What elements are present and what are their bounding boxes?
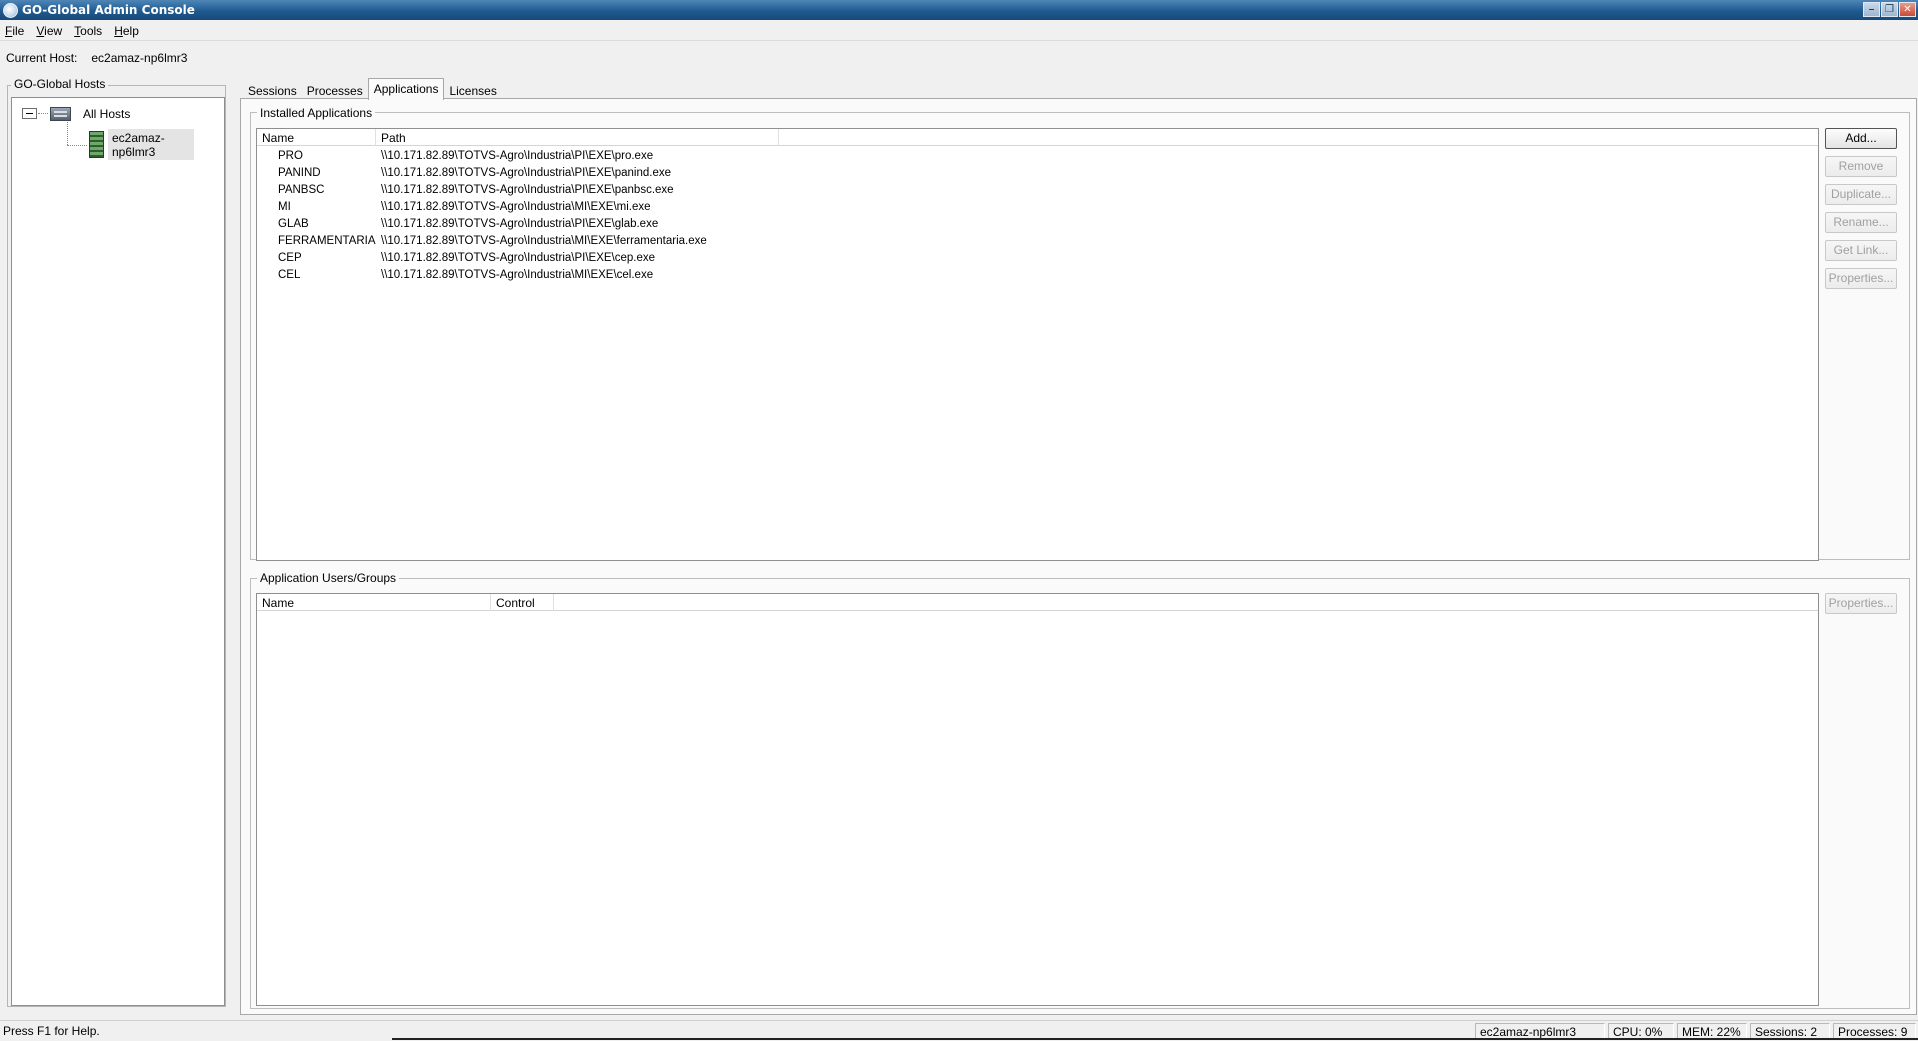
installed-applications-list[interactable]: Name Path PRO \\10.171.82.89\TOTVS-Agro\I… [256,128,1819,561]
tree-connector [67,145,87,146]
list-item[interactable]: MI \\10.171.82.89\TOTVS-Agro\Industria\MI… [257,198,1818,215]
close-button[interactable]: ✕ [1899,2,1916,17]
window-controls: – ❐ ✕ [1863,2,1916,17]
app-name-cell: PANBSC [278,183,325,196]
app-name-cell: GLAB [278,217,309,230]
list-item[interactable]: PRO \\10.171.82.89\TOTVS-Agro\Industria\P… [257,147,1818,164]
app-path-cell: \\10.171.82.89\TOTVS-Agro\Industria\PI\E… [381,183,674,196]
tab-processes[interactable]: Processes [302,80,368,100]
app-path-cell: \\10.171.82.89\TOTVS-Agro\Industria\PI\E… [381,149,654,162]
tab-applications[interactable]: Applications [367,78,445,100]
installed-applications-title: Installed Applications [257,106,376,120]
app-name-cell: PANIND [278,166,321,179]
window-title: GO-Global Admin Console [22,3,195,17]
app-path-cell: \\10.171.82.89\TOTVS-Agro\Industria\MI\E… [381,268,654,281]
list-item[interactable]: CEP \\10.171.82.89\TOTVS-Agro\Industria\P… [257,249,1818,266]
app-path-cell: \\10.171.82.89\TOTVS-Agro\Industria\MI\E… [381,200,651,213]
current-host-label: Current Host: [6,51,78,65]
status-help-text: Press F1 for Help. [3,1024,100,1038]
collapse-icon[interactable] [22,108,37,119]
tree-connector [38,113,48,114]
app-path-cell: \\10.171.82.89\TOTVS-Agro\Industria\PI\E… [381,217,659,230]
column-header-control[interactable]: Control [491,594,554,611]
server-icon [89,131,104,158]
menu-help[interactable]: Help [114,24,139,38]
application-users-list[interactable]: Name Control [256,593,1819,1006]
list-item[interactable]: PANBSC \\10.171.82.89\TOTVS-Agro\Industri… [257,181,1818,198]
duplicate-button[interactable]: Duplicate... [1825,184,1897,205]
restore-button[interactable]: ❐ [1881,2,1898,17]
app-logo-icon [3,2,18,18]
tree-item-all-hosts[interactable]: All Hosts [83,107,130,121]
app-name-cell: PRO [278,149,303,162]
current-host-value: ec2amaz-np6lmr3 [91,51,188,65]
app-name-cell: FERRAMENTARIA [278,234,376,247]
add-button[interactable]: Add... [1825,128,1897,149]
application-users-title: Application Users/Groups [257,571,400,585]
menu-tools[interactable]: Tools [74,24,102,38]
app-name-cell: CEP [278,251,302,264]
current-host-row: Current Host: ec2amaz-np6lmr3 [6,51,187,65]
list-item[interactable]: PANIND \\10.171.82.89\TOTVS-Agro\Industri… [257,164,1818,181]
column-header-path[interactable]: Path [376,129,779,146]
hosts-groupbox-title: GO-Global Hosts [11,77,109,91]
menu-view[interactable]: View [36,24,62,38]
list-item[interactable]: GLAB \\10.171.82.89\TOTVS-Agro\Industria\… [257,215,1818,232]
list-item[interactable]: CEL \\10.171.82.89\TOTVS-Agro\Industria\M… [257,266,1818,283]
column-header-name[interactable]: Name [257,594,491,611]
installed-applications-rows: PRO \\10.171.82.89\TOTVS-Agro\Industria\P… [257,146,1818,283]
app-path-cell: \\10.171.82.89\TOTVS-Agro\Industria\MI\E… [381,234,707,247]
hosts-tree[interactable]: All Hosts ec2amaz-np6lmr3 [11,97,225,1006]
title-bar: GO-Global Admin Console – ❐ ✕ [0,0,1918,20]
menu-file[interactable]: File [5,24,24,38]
users-properties-button[interactable]: Properties... [1825,593,1897,614]
tree-connector [67,122,68,145]
tab-sessions[interactable]: Sessions [243,80,302,100]
rename-button[interactable]: Rename... [1825,212,1897,233]
tab-licenses[interactable]: Licenses [444,80,501,100]
column-header-name[interactable]: Name [257,129,376,146]
app-name-cell: CEL [278,268,301,281]
list-item[interactable]: FERRAMENTARIA \\10.171.82.89\TOTVS-Agro\I… [257,232,1818,249]
list-header: Name Path [257,129,1818,146]
properties-button[interactable]: Properties... [1825,268,1897,289]
tab-strip: Sessions Processes Applications Licenses [243,78,502,100]
minimize-button[interactable]: – [1863,2,1880,17]
server-group-icon [50,107,71,121]
taskbar-edge [392,1038,1918,1040]
app-path-cell: \\10.171.82.89\TOTVS-Agro\Industria\PI\E… [381,251,656,264]
remove-button[interactable]: Remove [1825,156,1897,177]
get-link-button[interactable]: Get Link... [1825,240,1897,261]
app-name-cell: MI [278,200,291,213]
tree-item-host-label: ec2amaz-np6lmr3 [112,130,165,159]
app-path-cell: \\10.171.82.89\TOTVS-Agro\Industria\PI\E… [381,166,672,179]
tree-item-host[interactable]: ec2amaz-np6lmr3 [108,129,194,160]
menu-bar: File View Tools Help [0,21,1918,41]
list-header: Name Control [257,594,1818,611]
